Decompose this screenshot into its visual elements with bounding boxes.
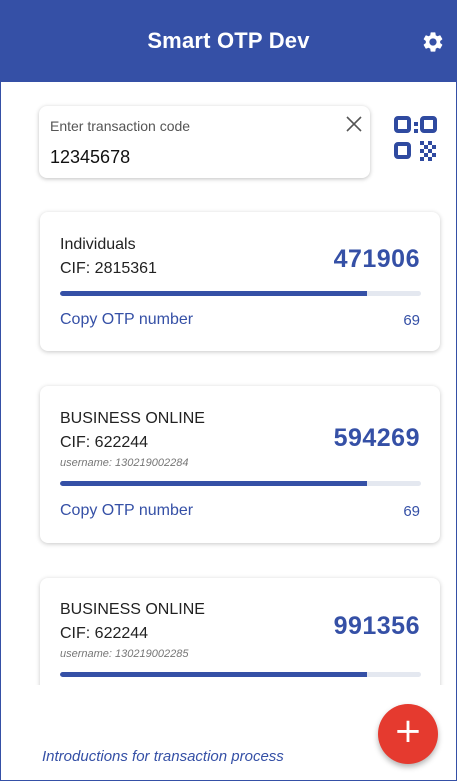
transaction-instructions-link[interactable]: Introductions for transaction process [42, 748, 284, 765]
transaction-code-input[interactable] [50, 144, 320, 170]
otp-list-viewport: BUSINESS ONLINE CIF: 622244 username: 13… [0, 560, 457, 685]
account-username: username: 130219002285 [60, 648, 189, 660]
otp-timer-bar [60, 481, 421, 486]
close-icon[interactable] [342, 112, 366, 136]
gear-icon[interactable] [421, 30, 445, 54]
transaction-code-label: Enter transaction code [50, 118, 191, 134]
otp-code: 991356 [333, 612, 420, 640]
otp-countdown: 69 [403, 312, 420, 329]
account-username: username: 130219002284 [60, 457, 189, 469]
otp-code: 471906 [333, 245, 420, 273]
otp-card: BUSINESS ONLINE CIF: 622244 username: 13… [40, 386, 440, 543]
copy-otp-button[interactable]: Copy OTP number [60, 311, 193, 329]
account-type: BUSINESS ONLINE [60, 410, 205, 427]
app-title: Smart OTP Dev [147, 28, 310, 53]
qr-code-icon[interactable] [393, 114, 439, 164]
plus-icon: + [393, 711, 423, 751]
account-type: Individuals [60, 236, 136, 253]
account-type: BUSINESS ONLINE [60, 601, 205, 618]
transaction-code-field: Enter transaction code [39, 106, 370, 178]
otp-timer-bar [60, 672, 421, 677]
otp-card: BUSINESS ONLINE CIF: 622244 username: 13… [40, 578, 440, 685]
account-cif: CIF: 622244 [60, 434, 149, 451]
account-cif: CIF: 622244 [60, 625, 149, 642]
otp-timer-fill [60, 291, 367, 296]
otp-code: 594269 [333, 424, 420, 452]
app-header: Smart OTP Dev [0, 0, 457, 82]
account-cif: CIF: 2815361 [60, 260, 157, 277]
copy-otp-button[interactable]: Copy OTP number [60, 502, 193, 520]
otp-timer-fill [60, 672, 367, 677]
otp-timer-bar [60, 291, 421, 296]
otp-countdown: 69 [403, 503, 420, 520]
otp-timer-fill [60, 481, 367, 486]
otp-card: Individuals CIF: 2815361 471906 Copy OTP… [40, 212, 440, 351]
add-account-button[interactable]: + [378, 704, 438, 764]
